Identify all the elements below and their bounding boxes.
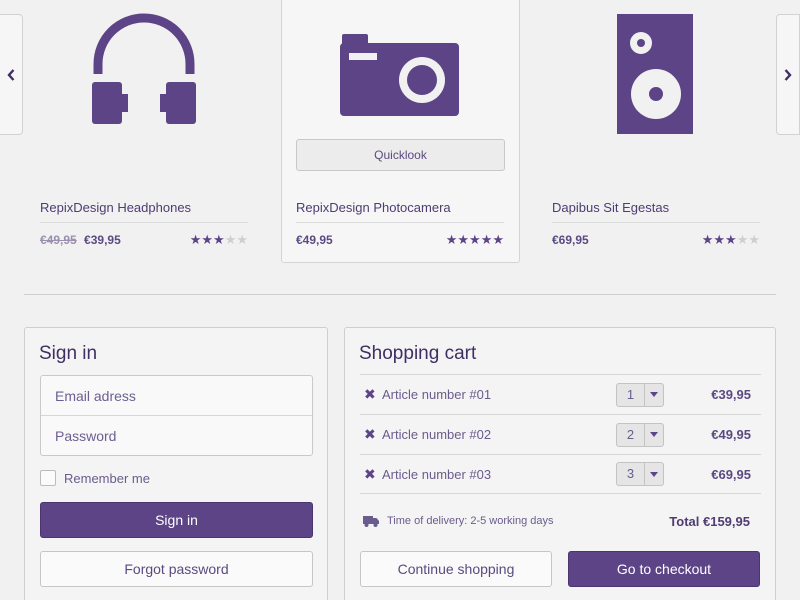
password-input[interactable] xyxy=(41,416,312,455)
remove-item-icon[interactable]: ✖ xyxy=(360,426,382,443)
star-empty-icon: ★ xyxy=(224,232,237,247)
truck-icon xyxy=(363,515,379,527)
star-filled-icon: ★ xyxy=(701,232,714,247)
item-amount: €39,95 xyxy=(711,387,751,402)
quicklook-button[interactable]: Quicklook xyxy=(296,139,505,171)
section-divider xyxy=(24,294,776,295)
delivery-text: Time of delivery: 2-5 working days xyxy=(387,515,554,527)
star-filled-icon: ★ xyxy=(445,232,458,247)
continue-shopping-button[interactable]: Continue shopping xyxy=(360,551,552,587)
product-price: €49,95 €39,95 xyxy=(40,233,121,247)
current-price: €69,95 xyxy=(552,233,589,247)
quantity-select[interactable]: 3 xyxy=(616,462,664,486)
forgot-password-button[interactable]: Forgot password xyxy=(40,551,313,587)
product-divider xyxy=(40,222,248,223)
current-price: €49,95 xyxy=(296,233,333,247)
remember-label: Remember me xyxy=(64,470,150,486)
product-image[interactable] xyxy=(552,0,760,150)
remember-checkbox[interactable] xyxy=(40,470,56,486)
carousel-next-button[interactable] xyxy=(776,14,800,135)
star-filled-icon: ★ xyxy=(492,232,504,247)
product-divider xyxy=(296,222,504,223)
star-empty-icon: ★ xyxy=(748,232,760,247)
camera-icon xyxy=(340,34,459,116)
signin-fields xyxy=(40,375,313,456)
cart-total: Total €159,95 xyxy=(669,514,750,529)
star-empty-icon: ★ xyxy=(236,232,248,247)
checkout-button[interactable]: Go to checkout xyxy=(568,551,760,587)
carousel-prev-button[interactable] xyxy=(0,14,23,135)
old-price: €49,95 xyxy=(40,233,77,247)
chevron-down-icon xyxy=(645,392,663,397)
shopping-cart-panel: Shopping cart ✖ Article number #01 1 €39… xyxy=(344,327,776,600)
product-price: €69,95 xyxy=(552,233,589,247)
cart-row: ✖ Article number #03 3 €69,95 xyxy=(360,454,761,494)
star-filled-icon: ★ xyxy=(213,232,225,247)
signin-button[interactable]: Sign in xyxy=(40,502,313,538)
speaker-icon xyxy=(617,14,693,134)
article-name: Article number #02 xyxy=(382,427,492,442)
remove-item-icon[interactable]: ✖ xyxy=(360,386,382,403)
article-name: Article number #01 xyxy=(382,387,492,402)
product-name[interactable]: RepixDesign Headphones xyxy=(40,200,248,215)
quantity-value: 1 xyxy=(617,383,645,406)
quantity-select[interactable]: 1 xyxy=(616,382,664,407)
star-filled-icon: ★ xyxy=(469,232,481,247)
star-filled-icon: ★ xyxy=(480,232,493,247)
quantity-value: 2 xyxy=(617,423,645,446)
current-price: €39,95 xyxy=(84,233,121,247)
chevron-left-icon xyxy=(7,68,15,81)
star-empty-icon: ★ xyxy=(736,232,749,247)
product-name[interactable]: RepixDesign Photocamera xyxy=(296,200,504,215)
product-image[interactable] xyxy=(40,0,248,150)
star-filled-icon: ★ xyxy=(201,232,214,247)
chevron-down-icon xyxy=(645,471,663,477)
cart-title: Shopping cart xyxy=(359,343,477,364)
rating-stars: ★★★★★ xyxy=(702,232,760,248)
remember-me[interactable]: Remember me xyxy=(40,470,150,486)
star-filled-icon: ★ xyxy=(725,232,737,247)
cart-row: ✖ Article number #01 1 €39,95 xyxy=(360,374,761,414)
chevron-down-icon xyxy=(645,432,663,437)
delivery-info: Time of delivery: 2-5 working days xyxy=(363,515,554,527)
quantity-value: 3 xyxy=(617,463,645,485)
rating-stars: ★★★★★ xyxy=(446,232,504,248)
star-filled-icon: ★ xyxy=(713,232,726,247)
product-image[interactable] xyxy=(296,0,504,150)
headphones-icon xyxy=(92,13,196,124)
article-name: Article number #03 xyxy=(382,466,492,482)
product-divider xyxy=(552,222,760,223)
remove-item-icon[interactable]: ✖ xyxy=(360,466,382,483)
star-filled-icon: ★ xyxy=(457,232,470,247)
chevron-right-icon xyxy=(784,68,792,81)
email-input[interactable] xyxy=(41,376,312,415)
rating-stars: ★★★★★ xyxy=(190,232,248,248)
product-price: €49,95 xyxy=(296,233,333,247)
item-amount: €49,95 xyxy=(711,427,751,442)
signin-title: Sign in xyxy=(39,343,98,364)
cart-row: ✖ Article number #02 2 €49,95 xyxy=(360,414,761,454)
item-amount: €69,95 xyxy=(711,466,751,482)
product-name[interactable]: Dapibus Sit Egestas xyxy=(552,200,760,215)
quantity-select[interactable]: 2 xyxy=(616,422,664,447)
signin-panel: Sign in Remember me Sign in Forgot passw… xyxy=(24,327,328,600)
star-filled-icon: ★ xyxy=(189,232,202,247)
